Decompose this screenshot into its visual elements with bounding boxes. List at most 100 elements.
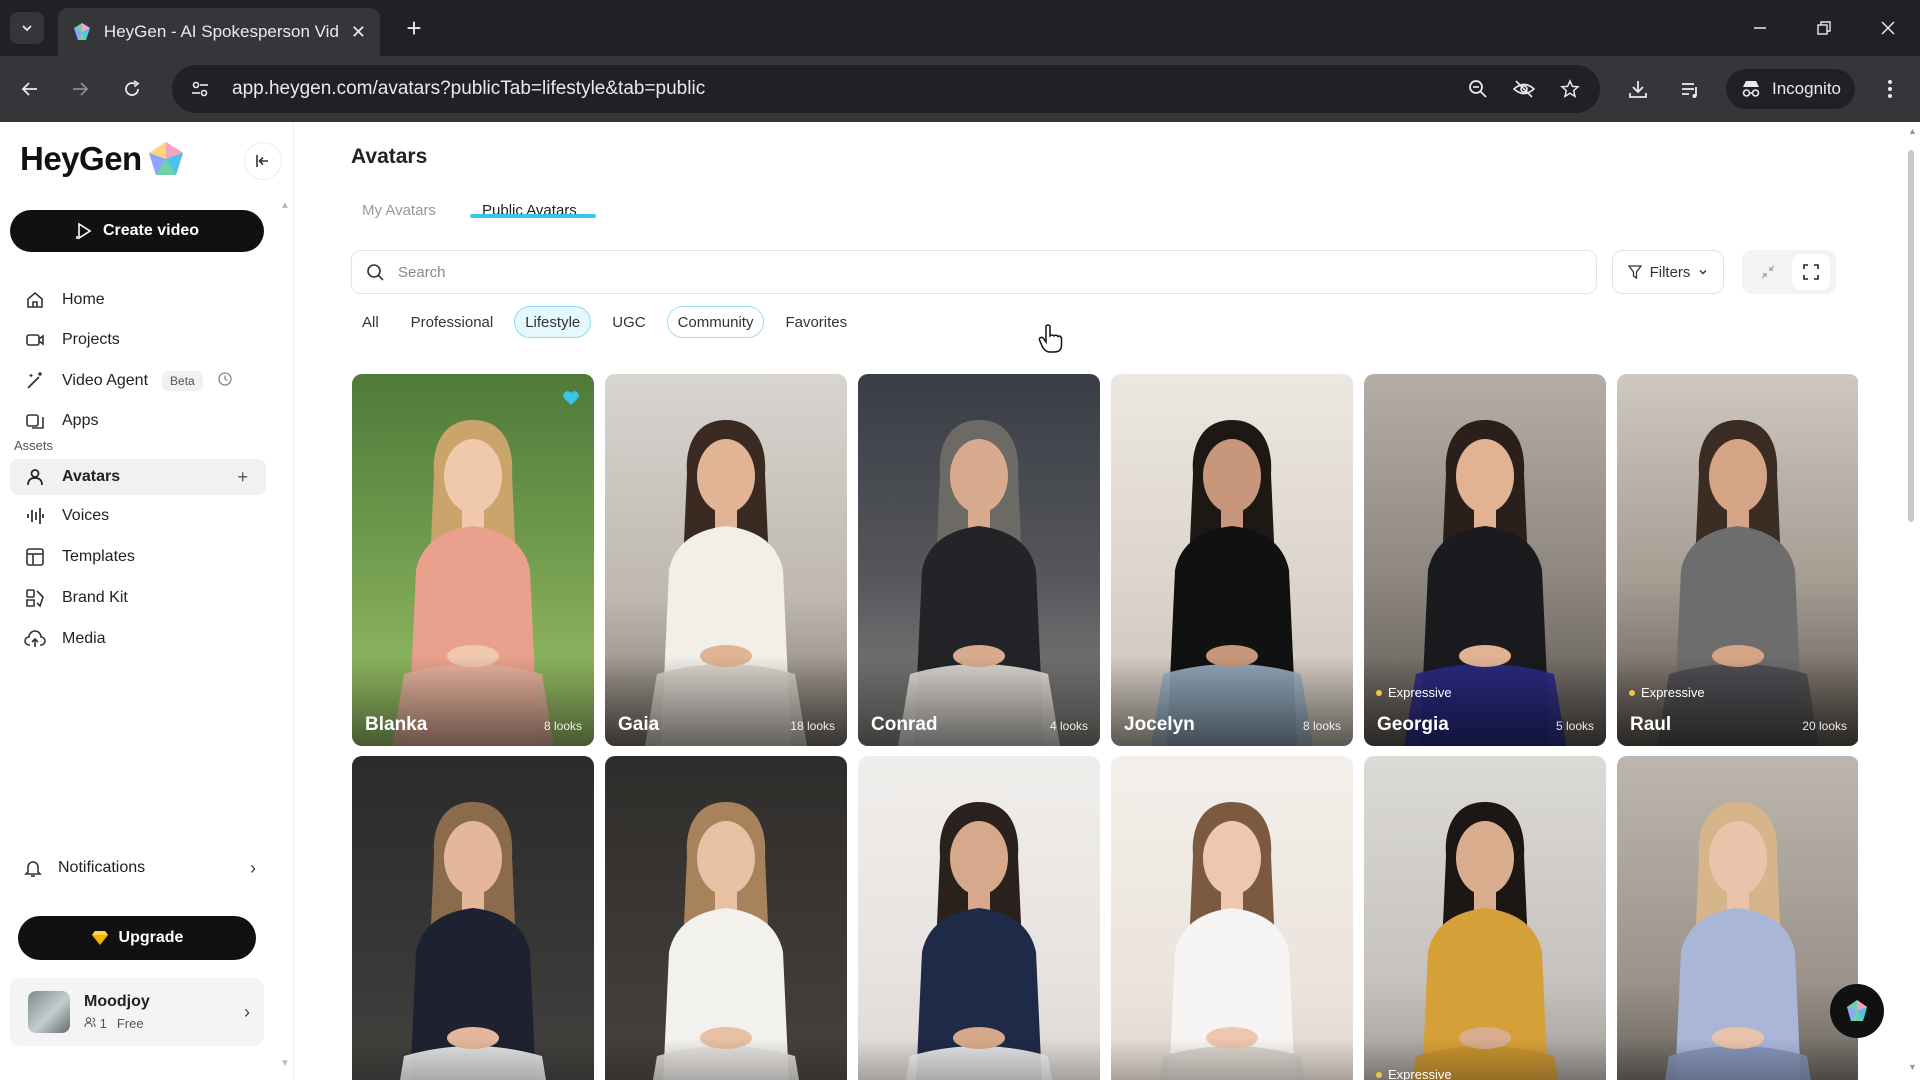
chip-lifestyle[interactable]: Lifestyle (514, 306, 592, 338)
heygen-logo[interactable]: HeyGen (20, 140, 186, 178)
chevron-right-icon: › (250, 857, 256, 878)
sidebar-item-templates[interactable]: Templates (10, 539, 266, 575)
avatar-looks-count: 20 looks (1802, 719, 1847, 733)
upgrade-button[interactable]: Upgrade (18, 916, 256, 960)
forward-arrow-icon[interactable] (64, 73, 96, 105)
notifications-button[interactable]: Notifications › (10, 848, 266, 888)
scroll-up-icon[interactable]: ▲ (1908, 126, 1917, 136)
user-account-card[interactable]: Moodjoy 1 Free › (10, 978, 264, 1046)
back-arrow-icon[interactable] (14, 73, 46, 105)
chip-favorites[interactable]: Favorites (774, 306, 858, 338)
heygen-favicon-icon (73, 23, 90, 40)
avatar-person-illustration (1159, 802, 1305, 1080)
avatar-card[interactable]: Gaia 18 looks (605, 374, 847, 746)
chevron-right-icon: › (244, 1001, 250, 1022)
scrollbar-thumb[interactable] (1908, 150, 1914, 522)
filter-funnel-icon (1627, 265, 1642, 279)
avatar-card[interactable]: Expressive Georgia 5 looks (1364, 374, 1606, 746)
window-close-icon[interactable] (1868, 10, 1908, 46)
reload-icon[interactable] (116, 73, 148, 105)
sidebar-item-avatars[interactable]: Avatars + (10, 459, 266, 495)
media-controls-icon[interactable] (1674, 73, 1706, 105)
card-gradient-overlay (858, 1038, 1100, 1080)
sidebar-item-video-agent[interactable]: Video Agent Beta (10, 363, 266, 399)
sidebar-item-media[interactable]: Media (10, 621, 266, 657)
sidebar-item-label: Voices (62, 507, 110, 524)
search-icon (366, 262, 386, 282)
avatar-card[interactable] (1111, 756, 1353, 1080)
avatar-card[interactable]: Expressive Raul 20 looks (1617, 374, 1858, 746)
search-box[interactable] (351, 250, 1597, 294)
chip-all[interactable]: All (351, 306, 390, 338)
search-input[interactable] (398, 263, 1498, 281)
scroll-down-icon[interactable]: ▼ (1908, 1062, 1917, 1072)
browser-menu-icon[interactable] (1874, 73, 1906, 105)
sidebar-item-brand-kit[interactable]: Brand Kit (10, 580, 266, 616)
sidebar-item-voices[interactable]: Voices (10, 498, 266, 534)
add-avatar-plus-icon[interactable]: + (237, 467, 248, 488)
avatar-person-illustration (906, 802, 1052, 1080)
avatar-thumbnail (352, 756, 594, 1080)
chip-community[interactable]: Community (666, 306, 765, 338)
members-count: 1 (84, 1016, 107, 1031)
compact-view-icon[interactable] (1749, 254, 1787, 290)
bookmark-star-icon[interactable] (1558, 77, 1582, 101)
avatar-thumbnail (1111, 756, 1353, 1080)
sidebar-item-label: Home (62, 291, 105, 308)
expressive-badge: Expressive (1376, 685, 1452, 700)
page-scrollbar[interactable]: ▲ ▼ (1904, 122, 1920, 1080)
expressive-dot-icon (1376, 1071, 1382, 1078)
avatar-name: Georgia (1377, 714, 1449, 735)
collapse-sidebar-icon[interactable] (244, 142, 282, 180)
restore-icon[interactable] (1804, 10, 1844, 46)
sidebar-item-apps[interactable]: Apps (10, 403, 266, 439)
avatar-card[interactable]: Conrad 4 looks (858, 374, 1100, 746)
incognito-icon (1742, 81, 1760, 97)
avatar-card[interactable] (1617, 756, 1858, 1080)
tab-my-avatars[interactable]: My Avatars (362, 202, 436, 219)
tab-close-icon[interactable]: ✕ (351, 22, 366, 43)
address-bar[interactable]: app.heygen.com/avatars?publicTab=lifesty… (172, 65, 1600, 113)
sidebar-item-label: Avatars (62, 468, 121, 485)
sidebar-item-label: Video Agent (62, 372, 149, 389)
members-icon (84, 1017, 96, 1028)
tab-search-chevron-icon[interactable] (10, 12, 44, 44)
filters-button[interactable]: Filters (1612, 250, 1724, 294)
avatar-card[interactable] (605, 756, 847, 1080)
site-info-icon[interactable] (188, 77, 212, 101)
avatar-card[interactable]: Jocelyn 8 looks (1111, 374, 1353, 746)
avatar-card[interactable]: Blanka 8 looks (352, 374, 594, 746)
sidebar-item-projects[interactable]: Projects (10, 322, 266, 358)
new-tab-plus-icon[interactable]: + (398, 12, 430, 44)
browser-tab-title: HeyGen - AI Spokesperson Vid (103, 22, 339, 41)
incognito-label: Incognito (1772, 79, 1841, 98)
minimize-icon[interactable] (1740, 10, 1780, 46)
browser-tab-strip: HeyGen - AI Spokesperson Vid ✕ + (0, 0, 1920, 56)
browser-tab[interactable]: HeyGen - AI Spokesperson Vid ✕ (58, 8, 380, 56)
view-size-toggle (1742, 250, 1836, 294)
avatar-looks-count: 4 looks (1049, 719, 1088, 733)
heygen-assistant-button[interactable] (1830, 984, 1884, 1038)
sidebar-item-home[interactable]: Home (10, 282, 266, 318)
create-video-button[interactable]: Create video (10, 210, 264, 252)
avatar-card[interactable] (858, 756, 1100, 1080)
download-icon[interactable] (1622, 73, 1654, 105)
incognito-button[interactable]: Incognito (1726, 69, 1855, 109)
sidebar-scroll-down-icon[interactable]: ▼ (280, 1058, 290, 1069)
tracking-protection-eye-icon[interactable] (1512, 77, 1536, 101)
chip-professional[interactable]: Professional (400, 306, 505, 338)
expanded-view-icon[interactable] (1791, 254, 1830, 290)
notifications-label: Notifications (58, 859, 146, 876)
sidebar-scroll-up-icon[interactable]: ▲ (280, 200, 290, 211)
avatar-card[interactable] (352, 756, 594, 1080)
favorite-heart-icon[interactable] (562, 390, 580, 411)
zoom-icon[interactable] (1466, 77, 1490, 101)
logo-text: HeyGen (20, 140, 142, 177)
bell-icon (22, 857, 44, 879)
avatar-card[interactable]: Expressive (1364, 756, 1606, 1080)
sidebar-item-label: Templates (62, 548, 135, 565)
history-icon[interactable] (217, 371, 233, 392)
apps-icon (24, 410, 46, 432)
chip-ugc[interactable]: UGC (601, 306, 656, 338)
main-content: Avatars My Avatars Public Avatars Filter… (294, 122, 1904, 1080)
